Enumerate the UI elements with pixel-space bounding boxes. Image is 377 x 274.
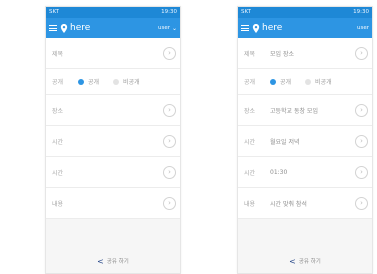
time-value[interactable]: 01:30: [270, 169, 355, 176]
clock-label: 19:30: [161, 9, 177, 15]
private-radio[interactable]: 비공개: [305, 77, 332, 86]
public-radio[interactable]: 공개: [270, 77, 291, 86]
form-rows: 제목 › 공개 공개 비공개 장소 › 시간 › 시간 › 내용 ›: [46, 38, 180, 219]
place-value[interactable]: 고등학교 동창 모임: [270, 106, 355, 115]
title-label: 제목: [244, 50, 256, 58]
visibility-row: 공개 공개 비공개: [46, 69, 180, 95]
chevron-right-icon[interactable]: ›: [163, 134, 176, 148]
share-icon: <: [97, 256, 104, 266]
radio-unchecked-icon: [113, 78, 120, 85]
content-label: 내용: [52, 200, 64, 208]
share-button[interactable]: < 공유 하기: [46, 249, 180, 273]
chevron-right-icon[interactable]: ›: [355, 134, 368, 148]
place-label: 장소: [52, 107, 64, 115]
chevron-down-icon[interactable]: ⌄: [172, 25, 177, 32]
radio-unchecked-icon: [305, 78, 312, 85]
public-label: 공개: [280, 79, 292, 86]
share-icon: <: [289, 256, 296, 266]
form-rows: 제목 모임 장소 › 공개 공개 비공개 장소 고등학교 동창 모임 › 시간 …: [238, 38, 372, 219]
hamburger-menu-icon[interactable]: [241, 25, 249, 31]
title-row[interactable]: 제목 모임 장소 ›: [238, 38, 372, 69]
date-row[interactable]: 시간 ›: [46, 126, 180, 157]
private-radio[interactable]: 비공개: [113, 77, 140, 86]
chevron-right-icon[interactable]: ›: [355, 165, 368, 179]
phone-screen-filled: SKT 19:30 here user 제목 모임 장소 › 공개 공개 비공개: [237, 6, 373, 274]
share-button[interactable]: < 공유 하기: [238, 249, 372, 273]
hamburger-menu-icon[interactable]: [49, 25, 57, 31]
chevron-right-icon[interactable]: ›: [163, 46, 176, 60]
time-row[interactable]: 시간 01:30 ›: [238, 157, 372, 188]
chevron-right-icon[interactable]: ›: [163, 103, 176, 117]
radio-checked-icon: [78, 78, 84, 85]
share-label: 공유 하기: [106, 259, 129, 265]
app-brand: here: [262, 23, 283, 33]
app-bar: here user: [238, 18, 372, 38]
title-value[interactable]: 모임 장소: [270, 49, 355, 58]
date-label: 시간: [52, 138, 64, 146]
place-label: 장소: [244, 107, 256, 115]
content-row[interactable]: 내용 시간 맞춰 참석 ›: [238, 188, 372, 219]
status-bar: SKT 19:30: [46, 7, 180, 18]
share-label: 공유 하기: [298, 259, 321, 265]
location-pin-icon: [252, 23, 260, 33]
chevron-right-icon[interactable]: ›: [355, 103, 368, 117]
place-row[interactable]: 장소 ›: [46, 95, 180, 126]
radio-checked-icon: [270, 78, 276, 85]
location-pin-icon: [60, 23, 68, 33]
chevron-right-icon[interactable]: ›: [355, 196, 368, 210]
carrier-label: SKT: [241, 9, 252, 15]
app-brand: here: [70, 23, 91, 33]
public-label: 공개: [88, 79, 100, 86]
place-row[interactable]: 장소 고등학교 동창 모임 ›: [238, 95, 372, 126]
visibility-label: 공개: [52, 79, 64, 86]
user-label[interactable]: user: [357, 25, 369, 31]
content-row[interactable]: 내용 ›: [46, 188, 180, 219]
time-label: 시간: [52, 169, 64, 177]
chevron-right-icon[interactable]: ›: [163, 196, 176, 210]
title-label: 제목: [52, 50, 64, 58]
private-label: 비공개: [123, 79, 140, 86]
clock-label: 19:30: [353, 9, 369, 15]
user-label[interactable]: user: [158, 25, 170, 31]
visibility-label: 공개: [244, 79, 256, 86]
time-label: 시간: [244, 169, 256, 177]
chevron-right-icon[interactable]: ›: [163, 165, 176, 179]
chevron-right-icon[interactable]: ›: [355, 46, 368, 60]
content-value[interactable]: 시간 맞춰 참석: [270, 199, 355, 208]
public-radio[interactable]: 공개: [78, 77, 99, 86]
private-label: 비공개: [315, 79, 332, 86]
carrier-label: SKT: [49, 9, 60, 15]
status-bar: SKT 19:30: [238, 7, 372, 18]
phone-screen-empty: SKT 19:30 here user ⌄ 제목 › 공개 공개 비공개 장소 …: [45, 6, 181, 274]
app-bar: here user ⌄: [46, 18, 180, 38]
date-label: 시간: [244, 138, 256, 146]
visibility-row: 공개 공개 비공개: [238, 69, 372, 95]
time-row[interactable]: 시간 ›: [46, 157, 180, 188]
date-row[interactable]: 시간 월요일 저녁 ›: [238, 126, 372, 157]
date-value[interactable]: 월요일 저녁: [270, 137, 355, 146]
title-row[interactable]: 제목 ›: [46, 38, 180, 69]
content-label: 내용: [244, 200, 256, 208]
